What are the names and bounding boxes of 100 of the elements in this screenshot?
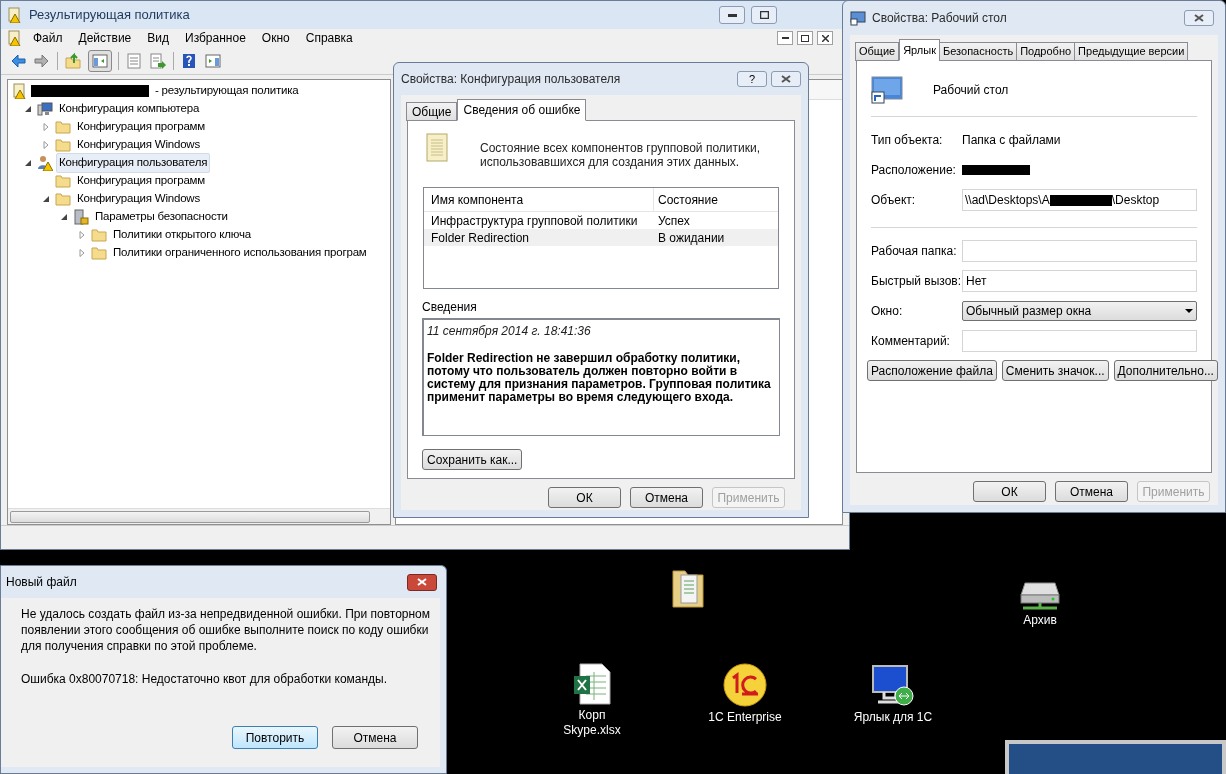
window-dropdown[interactable]: Обычный размер окна (962, 301, 1197, 321)
dialog-button[interactable]: Отмена (1055, 481, 1128, 502)
column-header[interactable]: Состояние (654, 190, 778, 209)
close-icon (417, 578, 427, 586)
maximize-icon (759, 11, 769, 19)
export-list-icon[interactable] (149, 52, 167, 69)
tab[interactable]: Общие (406, 102, 458, 121)
save-as-button[interactable]: Сохранить как... (422, 449, 523, 470)
field-label: Тип объекта: (871, 132, 944, 149)
menu-item[interactable]: Избранное (179, 29, 252, 47)
input-field[interactable]: Нет (962, 270, 1197, 292)
menu-item[interactable]: Действие (72, 29, 138, 47)
field-label: Рабочая папка: (871, 243, 958, 260)
description-text: Состояние всех компонентов групповой политики, использовавшихся для создания этих данных. (480, 140, 761, 169)
close-icon (1194, 14, 1204, 22)
tab[interactable]: Подробно (1016, 42, 1076, 61)
back-arrow-icon[interactable] (9, 52, 27, 69)
action-button[interactable]: Сменить значок... (1001, 360, 1109, 381)
maximize-button[interactable] (751, 6, 777, 24)
expanded-arrow-icon[interactable] (42, 195, 50, 203)
field-label: Окно: (871, 303, 904, 320)
round-logo-icon[interactable] (722, 662, 768, 708)
expanded-arrow-icon[interactable] (24, 105, 32, 113)
expanded-arrow-icon[interactable] (24, 159, 32, 167)
minimize-icon (727, 13, 737, 17)
close-button[interactable] (771, 71, 801, 87)
tab[interactable]: Сведения об ошибке (457, 99, 587, 121)
input-field[interactable] (962, 240, 1197, 262)
menu-item[interactable]: Вид (141, 29, 175, 47)
tree-item[interactable]: Конфигурация Windows (74, 189, 204, 209)
action-button[interactable]: Дополнительно... (1113, 360, 1218, 381)
expanded-arrow-icon[interactable] (60, 213, 68, 221)
column-header[interactable]: Имя компонента (424, 188, 654, 211)
table-row[interactable]: Инфраструктура групповой политики Успех (424, 212, 778, 229)
tree-item[interactable]: Политики ограниченного использования програм (110, 243, 370, 263)
menu-item[interactable]: Справка (299, 29, 359, 47)
app-icon (7, 7, 23, 23)
restore-icon (801, 34, 809, 42)
tree-item[interactable]: Конфигурация компьютера (56, 99, 203, 119)
folder-up-icon[interactable] (64, 52, 82, 69)
tree-item[interactable]: Конфигурация программ (74, 117, 208, 137)
minimize-icon (781, 37, 789, 39)
close-button[interactable] (1184, 10, 1214, 26)
tab[interactable]: Безопасность (939, 42, 1018, 61)
desktop-shortcut-icon (871, 76, 903, 104)
collapsed-arrow-icon[interactable] (78, 249, 86, 257)
dialog-button[interactable]: ОК (973, 481, 1046, 502)
tree-item[interactable]: Конфигурация пользователя (56, 153, 211, 173)
forward-arrow-icon[interactable] (33, 52, 51, 69)
horizontal-scrollbar[interactable] (8, 508, 390, 524)
mdi-close-button[interactable] (817, 31, 833, 45)
tree-item[interactable]: Конфигурация программ (74, 171, 208, 191)
details-label: Сведения (422, 299, 478, 316)
scrollbar-thumb[interactable] (10, 510, 370, 523)
help-icon[interactable] (180, 52, 198, 69)
mdi-restore-button[interactable] (797, 31, 813, 45)
table-row[interactable]: Folder Redirection В ожидании (424, 229, 778, 246)
tab[interactable]: Общие (855, 42, 900, 61)
desktop-icon-label[interactable]: Ярлык для 1С (853, 710, 933, 725)
action-pane-icon[interactable] (204, 52, 222, 69)
field-value: Папка с файлами (962, 132, 1061, 149)
dialog-button[interactable]: Отмена (630, 487, 703, 508)
table-cell-text: Folder Redirection (430, 229, 531, 247)
collapsed-arrow-icon[interactable] (78, 231, 86, 239)
computer-icon (37, 101, 53, 117)
tab[interactable]: Ярлык (899, 39, 940, 61)
input-field[interactable] (962, 330, 1197, 352)
close-button[interactable] (407, 573, 437, 591)
tab[interactable]: Предыдущие версии (1074, 42, 1189, 61)
remote-desktop-icon[interactable] (870, 662, 916, 708)
action-button[interactable]: Расположение файла (867, 360, 997, 381)
details-message: Folder Redirection не завершил обработку политики, потому что пользователь должен повторно войти в систему для признания параметров. Групповая политика применит параметры во время следующего входа. (427, 352, 772, 404)
field-label: Комментарий: (871, 333, 951, 350)
minimize-button[interactable] (719, 6, 745, 24)
error-code: Ошибка 0x80070718: Недостаточно квот для обработки команды. (21, 671, 389, 688)
spreadsheet-file-icon[interactable] (572, 662, 612, 706)
collapsed-arrow-icon[interactable] (42, 141, 50, 149)
dialog-button[interactable]: Отмена (332, 726, 418, 749)
collapsed-arrow-icon[interactable] (42, 123, 50, 131)
menu-item[interactable]: Файл (27, 29, 69, 47)
desktop-icon-label[interactable]: 1C Enterprise (708, 710, 782, 725)
app-menu-icon (7, 30, 23, 46)
mdi-minimize-button[interactable] (777, 31, 793, 45)
object-field[interactable]: \\ad\Desktops\А \Desktop (962, 189, 1197, 211)
tree-item[interactable]: Конфигурация Windows (74, 135, 204, 155)
redaction-bar (962, 165, 1030, 175)
tree-item[interactable]: Политики открытого ключа (110, 225, 254, 245)
dialog-button[interactable]: ОК (548, 487, 621, 508)
tree-item[interactable]: Параметры безопасности (92, 207, 231, 227)
dialog-button[interactable]: Повторить (232, 726, 318, 749)
desktop-shortcut-icon (850, 10, 866, 26)
help-button[interactable]: ? (737, 71, 767, 87)
folder-icon (91, 228, 107, 242)
tree-item[interactable]: - результирующая политика (152, 81, 302, 101)
desktop-icon-label[interactable]: Корп Skype.xlsx (552, 708, 632, 738)
desktop-icon-label[interactable]: Архив (1023, 613, 1057, 628)
field-text: \\ad\Desktops\А (965, 192, 1050, 209)
folder-icon (55, 192, 71, 206)
user-warning-icon (37, 155, 53, 171)
menu-item[interactable]: Окно (255, 29, 296, 47)
